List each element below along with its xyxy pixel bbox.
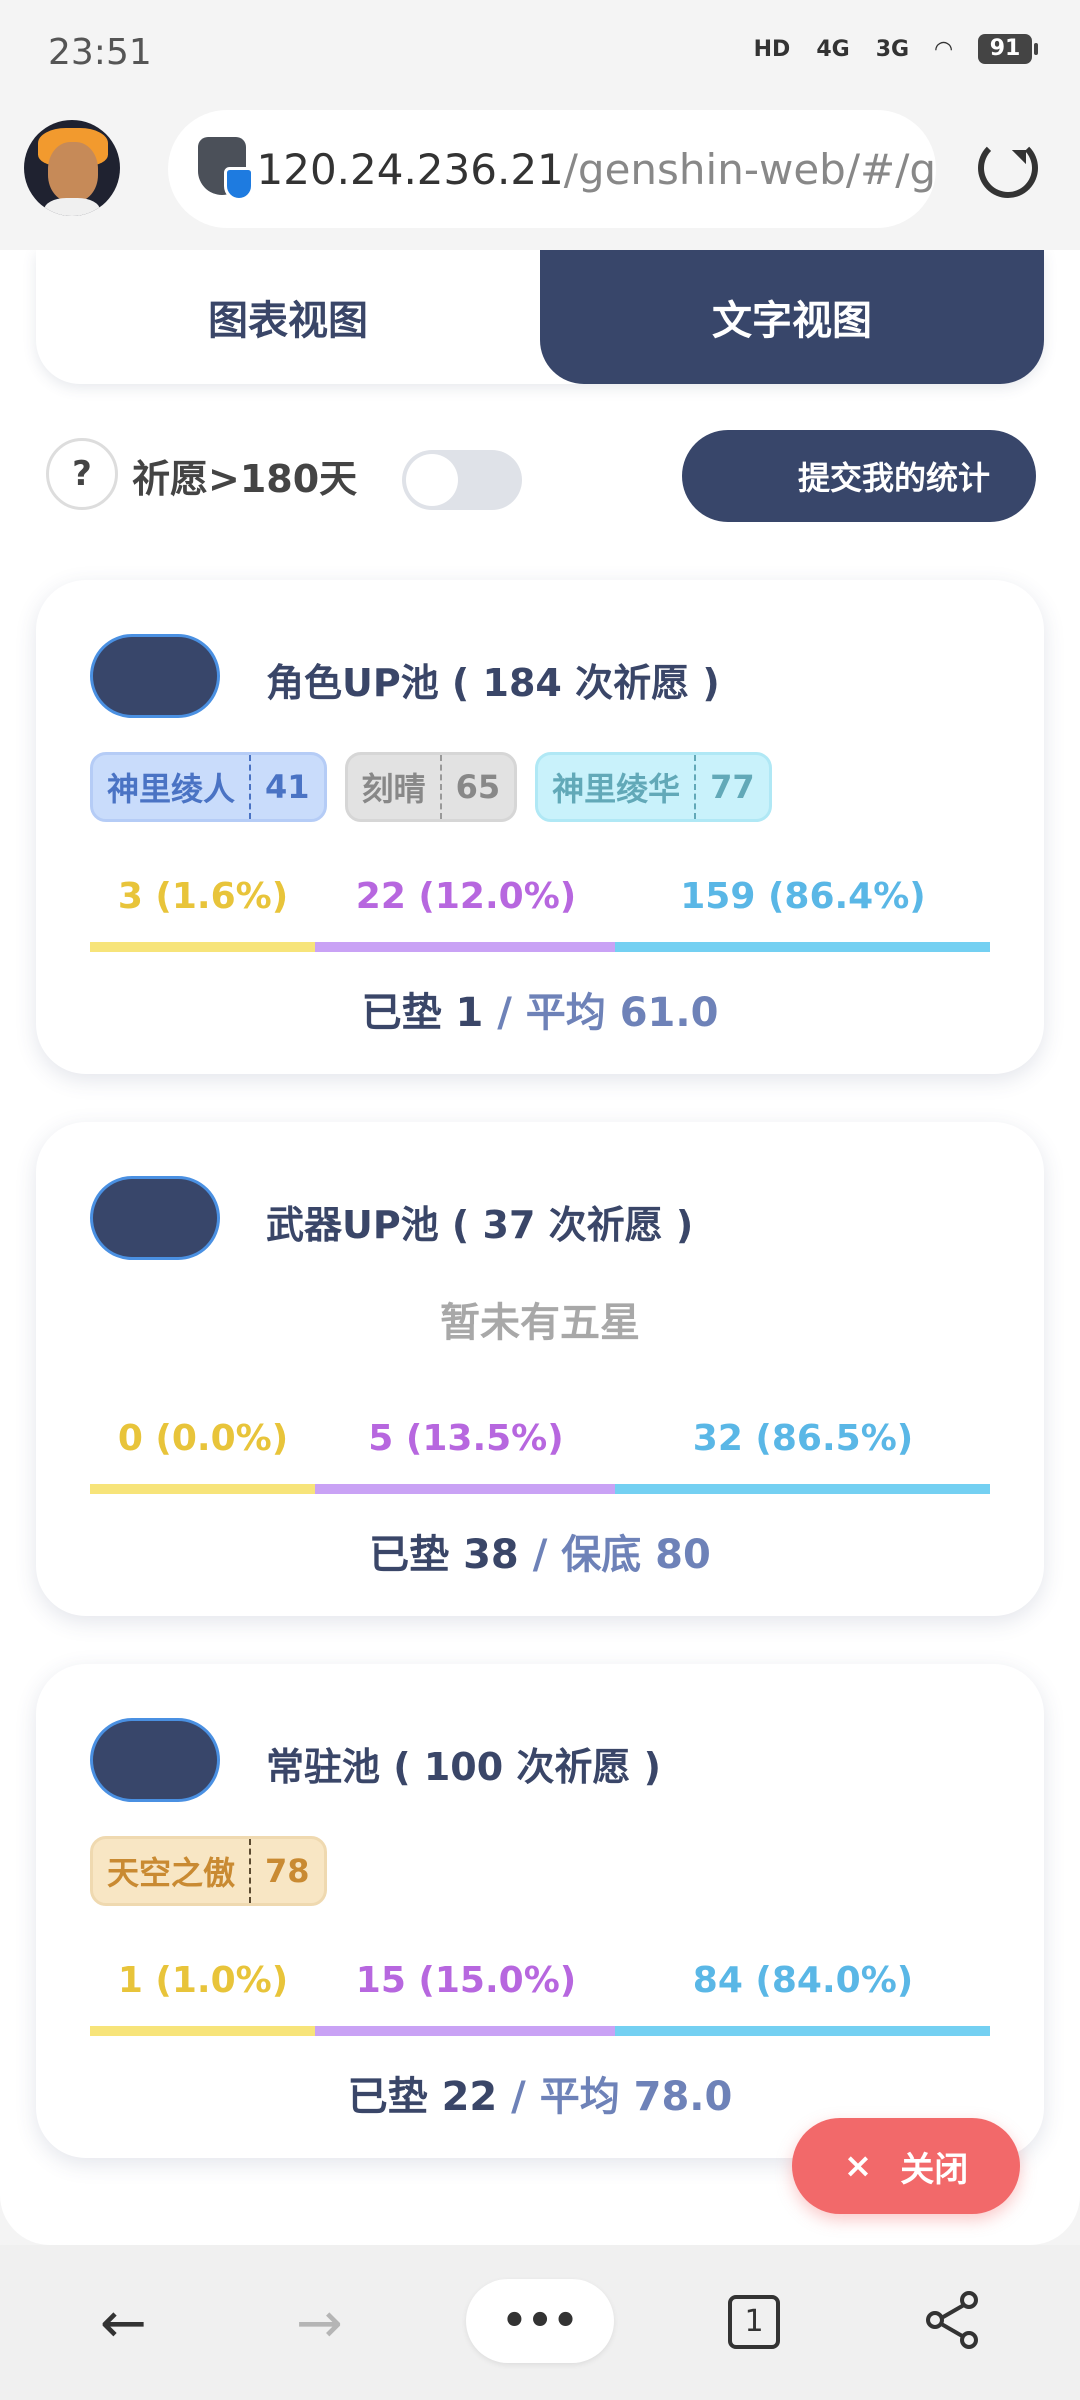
three-star-segment <box>615 1484 990 1494</box>
five-star-segment <box>90 1484 315 1494</box>
rarity-stats: 3 (1.6%) 22 (12.0%) 159 (86.4%) <box>90 876 990 917</box>
chip-name: 天空之傲 <box>107 1854 236 1892</box>
browser-bottom-bar: ← → ••• 1 <box>0 2245 1080 2400</box>
reload-icon[interactable] <box>978 138 1038 198</box>
avatar[interactable] <box>24 120 120 216</box>
share-icon[interactable] <box>926 2291 980 2351</box>
chip-value: 65 <box>439 755 515 819</box>
pool-toggle-pill[interactable] <box>90 1718 220 1802</box>
three-star-stat: 159 (86.4%) <box>680 876 926 917</box>
battery-icon: 91 <box>978 34 1038 64</box>
wifi-icon: ◠ <box>935 36 952 62</box>
pity-count: 已垫 1 <box>361 990 484 1036</box>
five-star-chip: 刻晴 65 <box>344 752 518 822</box>
five-star-stat: 3 (1.6%) <box>117 876 289 917</box>
close-icon: × <box>843 2146 873 2186</box>
url-path: /genshin-web/#/g <box>563 144 936 194</box>
url-host: 120.24.236.21 <box>256 144 564 194</box>
view-tabs: 图表视图 文字视图 <box>36 250 1044 384</box>
rarity-bar <box>90 942 990 952</box>
forward-arrow-icon[interactable]: → <box>296 2291 343 2356</box>
pool-card-standard: 常驻池 ( 100 次祈愿 ) 天空之傲 78 1 (1.0%) 15 (15.… <box>36 1664 1044 2158</box>
three-star-stat: 32 (86.5%) <box>692 1418 914 1459</box>
controls-row: ? 祈愿>180天 提交我的统计 <box>0 426 1080 526</box>
four-star-segment <box>315 942 615 952</box>
submit-stats-button[interactable]: 提交我的统计 <box>682 430 1036 522</box>
chip-name: 神里绫华 <box>552 770 681 808</box>
close-button[interactable]: × 关闭 <box>792 2118 1020 2214</box>
more-menu-button[interactable]: ••• <box>466 2279 614 2363</box>
five-star-segment <box>90 2026 315 2036</box>
pool-toggle-pill[interactable] <box>90 634 220 718</box>
address-bar[interactable]: 120.24.236.21/genshin-web/#/g <box>168 110 936 228</box>
filter-toggle[interactable] <box>402 450 522 510</box>
pity-summary: 已垫 38 / 保底 80 <box>36 1522 1044 1580</box>
signal-3g-icon: 3G <box>875 36 910 62</box>
pity-summary: 已垫 1 / 平均 61.0 <box>36 980 1044 1038</box>
three-star-segment <box>615 942 990 952</box>
chip-name: 神里绫人 <box>107 770 236 808</box>
four-star-stat: 5 (13.5%) <box>368 1418 564 1459</box>
three-star-stat: 84 (84.0%) <box>692 1960 914 2001</box>
pool-card-weapon: 武器UP池 ( 37 次祈愿 ) 暂未有五星 0 (0.0%) 5 (13.5%… <box>36 1122 1044 1616</box>
five-star-segment <box>90 942 315 952</box>
pity-average: / 平均 61.0 <box>483 990 719 1036</box>
pool-title: 常驻池 ( 100 次祈愿 ) <box>266 1745 661 1789</box>
no-five-star-message: 暂未有五星 <box>440 1300 640 1346</box>
status-bar: 23:51 HD 4G 3G ◠ 91 <box>0 0 1080 110</box>
pool-card-character: 角色UP池 ( 184 次祈愿 ) 神里绫人 41 刻晴 65 神里绫华 77 … <box>36 580 1044 1074</box>
five-star-stat: 1 (1.0%) <box>117 1960 289 2001</box>
rarity-bar <box>90 1484 990 1494</box>
five-star-chip: 天空之傲 78 <box>90 1836 327 1906</box>
avatar-face <box>48 142 98 202</box>
chip-value: 78 <box>249 1839 324 1903</box>
close-label: 关闭 <box>900 2149 969 2190</box>
pity-count: 已垫 38 <box>369 1532 519 1578</box>
five-star-chips: 神里绫人 41 刻晴 65 神里绫华 77 <box>90 752 772 822</box>
filter-label: 祈愿>180天 <box>132 457 358 501</box>
help-button[interactable]: ? <box>46 438 118 510</box>
chip-value: 41 <box>249 755 324 819</box>
pity-count: 已垫 22 <box>347 2074 498 2120</box>
tab-text-view[interactable]: 文字视图 <box>540 250 1044 384</box>
pool-title: 角色UP池 ( 184 次祈愿 ) <box>266 661 720 705</box>
pity-average: / 平均 78.0 <box>497 2074 733 2120</box>
pity-guarantee: / 保底 80 <box>518 1532 711 1578</box>
status-time: 23:51 <box>48 32 152 73</box>
pity-summary: 已垫 22 / 平均 78.0 <box>36 2064 1044 2122</box>
rarity-bar <box>90 2026 990 2036</box>
four-star-segment <box>315 2026 615 2036</box>
url-text[interactable]: 120.24.236.21/genshin-web/#/g <box>257 145 937 194</box>
pool-title: 武器UP池 ( 37 次祈愿 ) <box>266 1203 694 1247</box>
rarity-stats: 0 (0.0%) 5 (13.5%) 32 (86.5%) <box>90 1418 990 1459</box>
five-star-chip: 神里绫人 41 <box>90 752 327 822</box>
signal-4g-icon: 4G <box>816 36 850 62</box>
four-star-segment <box>315 1484 615 1494</box>
five-star-chips: 天空之傲 78 <box>90 1836 327 1906</box>
hd-icon: HD <box>753 36 791 62</box>
four-star-stat: 15 (15.0%) <box>355 1960 577 2001</box>
chip-name: 刻晴 <box>361 770 426 808</box>
tab-chart-view[interactable]: 图表视图 <box>36 250 540 384</box>
pool-toggle-pill[interactable] <box>90 1176 220 1260</box>
tab-count-button[interactable]: 1 <box>728 2295 780 2349</box>
page-content: 图表视图 文字视图 ? 祈愿>180天 提交我的统计 角色UP池 ( 184 次… <box>0 250 1080 2245</box>
rarity-stats: 1 (1.0%) 15 (15.0%) 84 (84.0%) <box>90 1960 990 2001</box>
toggle-knob <box>406 454 458 506</box>
avatar-shirt <box>44 198 100 216</box>
five-star-chip: 神里绫华 77 <box>535 752 772 822</box>
shield-icon <box>198 137 254 201</box>
back-arrow-icon[interactable]: ← <box>100 2291 147 2356</box>
three-star-segment <box>615 2026 990 2036</box>
five-star-stat: 0 (0.0%) <box>117 1418 289 1459</box>
browser-toolbar: 120.24.236.21/genshin-web/#/g <box>0 110 1080 250</box>
status-icons: HD 4G 3G ◠ 91 <box>753 34 1038 64</box>
four-star-stat: 22 (12.0%) <box>355 876 577 917</box>
chip-value: 77 <box>694 755 769 819</box>
